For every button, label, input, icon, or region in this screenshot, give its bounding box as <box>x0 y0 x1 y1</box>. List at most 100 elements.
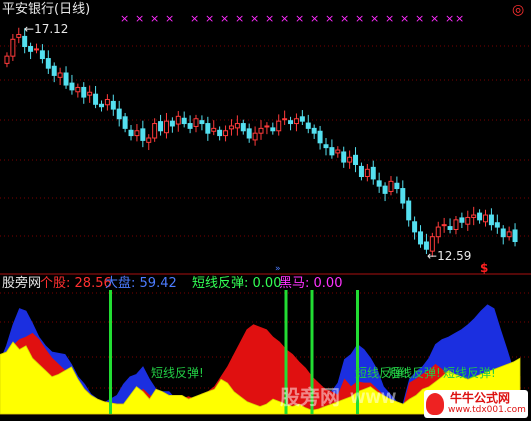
candle-body <box>10 38 16 57</box>
candle-body <box>353 154 359 165</box>
candle-body <box>158 121 164 132</box>
cross-marker-icon: × <box>430 12 439 25</box>
candle-body <box>69 82 75 91</box>
candle-body <box>57 72 63 78</box>
cross-marker-icon: × <box>220 12 229 25</box>
top-markers: × × × × × × × × × × × × × × × × × × × × × × ×» <box>120 12 464 274</box>
candle-body <box>140 128 146 141</box>
candle-body <box>358 165 364 178</box>
site-logo-icon <box>426 393 444 415</box>
candle-body <box>16 33 22 38</box>
candle-body <box>382 185 388 194</box>
candle-body <box>465 216 471 225</box>
candle-body <box>435 226 441 238</box>
cross-marker-icon: × <box>310 12 319 25</box>
gear-icon[interactable]: ◎ <box>512 3 524 17</box>
candle-body <box>205 123 211 134</box>
candle-body <box>98 103 104 108</box>
candle-body <box>187 123 193 129</box>
cross-marker-icon: × <box>265 12 274 25</box>
candle-body <box>252 132 258 141</box>
cross-marker-icon: × <box>150 12 159 25</box>
legend-market: 大盘: 59.42 <box>105 276 177 291</box>
period-high-label: ←17.12 <box>24 22 69 36</box>
watermark-text: 股旁网 <box>280 385 340 409</box>
candle-body <box>483 214 489 223</box>
candle-body <box>376 180 382 187</box>
candle-body <box>441 224 447 227</box>
candle-body <box>406 200 412 221</box>
candle-body <box>453 219 459 230</box>
signal-label: 短线反弹! <box>443 366 496 380</box>
cross-marker-icon: × <box>120 12 129 25</box>
legend-rebound-value: 0.00 <box>252 276 282 291</box>
candle-body <box>63 72 69 86</box>
candle-body <box>104 98 110 106</box>
candle-body <box>110 100 116 110</box>
candle-body <box>193 118 199 127</box>
candle-body <box>163 120 169 134</box>
candle-body <box>447 226 453 230</box>
watermark-url: WWW <box>350 391 397 407</box>
site-badge: 牛牛公式网 www.tdx001.com <box>424 390 528 418</box>
chart-canvas: × × × × × × × × × × × × × × × × × × × × × × ×» <box>0 12 531 415</box>
price-panel-gridlines <box>0 45 531 237</box>
candle-body <box>282 118 288 121</box>
site-name: 牛牛公式网 <box>450 391 511 405</box>
candle-body <box>258 127 264 134</box>
cross-marker-icon: × <box>205 12 214 25</box>
candle-body <box>93 93 99 105</box>
cross-marker-icon: × <box>445 12 454 25</box>
cross-marker-icon: × <box>165 12 174 25</box>
legend-rebound: 短线反弹: 0.00 <box>192 276 282 291</box>
candle-body <box>394 182 400 190</box>
candle-body <box>246 128 252 139</box>
legend-darkhorse: 黑马: 0.00 <box>279 276 343 291</box>
cross-marker-icon: × <box>355 12 364 25</box>
candle-body <box>400 188 406 204</box>
candle-body <box>75 86 81 93</box>
candle-body <box>488 214 494 226</box>
candle-body <box>512 229 518 243</box>
candle-body <box>39 50 45 60</box>
candle-body <box>217 129 223 137</box>
candle-body <box>276 120 282 132</box>
candle-body <box>87 91 93 96</box>
signal-label: 短线反弹! <box>151 366 204 380</box>
candle-body <box>329 147 335 156</box>
candle-body <box>459 217 465 223</box>
candle-body <box>33 48 39 51</box>
candle-body <box>477 212 483 221</box>
cross-marker-icon: × <box>385 12 394 25</box>
candle-body <box>81 86 87 98</box>
candle-body <box>211 127 217 132</box>
cross-marker-icon: × <box>295 12 304 25</box>
candle-body <box>116 108 122 120</box>
cross-marker-icon: × <box>400 12 409 25</box>
candle-body <box>299 116 305 122</box>
candle-body <box>293 118 299 125</box>
candle-body <box>288 120 294 125</box>
cross-marker-icon: × <box>135 12 144 25</box>
candle-body <box>28 46 34 52</box>
signal-bar <box>109 290 112 414</box>
candle-body <box>181 117 187 125</box>
legend-darkhorse-value: 0.00 <box>313 276 343 291</box>
candlestick-series <box>4 27 518 257</box>
candle-body <box>169 120 175 127</box>
candle-body <box>364 168 370 178</box>
candle-body <box>199 120 205 125</box>
period-low-label: ←12.59 <box>427 249 472 263</box>
candle-body <box>128 129 134 137</box>
site-url: www.tdx001.com <box>448 405 526 415</box>
candle-body <box>228 125 234 130</box>
indicator-name: 股旁网 <box>2 276 42 291</box>
cross-marker-icon: × <box>235 12 244 25</box>
signal-label: 短线反弹! <box>388 366 441 380</box>
cross-marker-icon: × <box>280 12 289 25</box>
candle-body <box>418 231 424 245</box>
candle-body <box>370 166 376 180</box>
candle-body <box>305 122 311 129</box>
candle-body <box>270 127 276 132</box>
cross-marker-icon: × <box>325 12 334 25</box>
